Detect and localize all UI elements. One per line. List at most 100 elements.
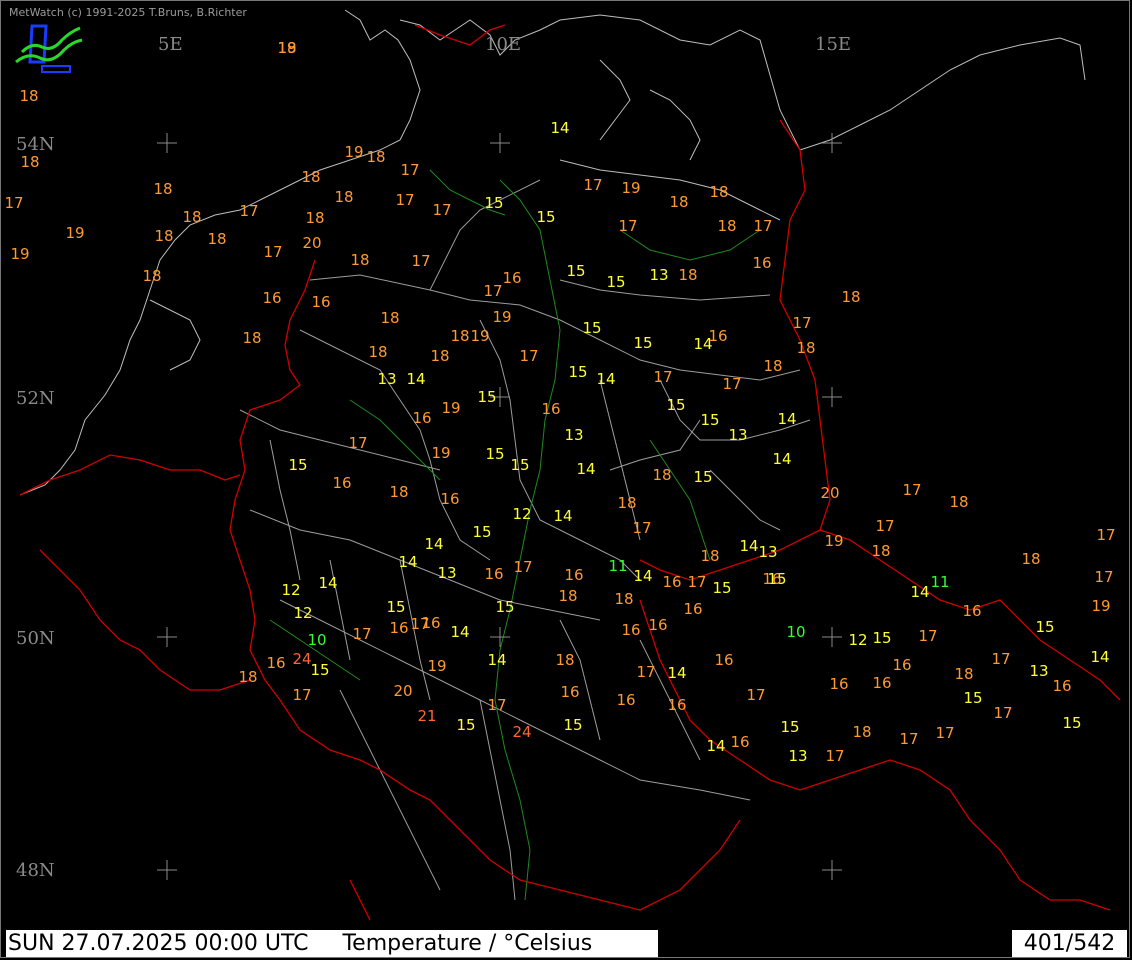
station-temperature: 16 xyxy=(332,474,351,492)
station-temperature: 18 xyxy=(763,357,782,375)
station-temperature: 17 xyxy=(632,519,651,537)
station-temperature: 14 xyxy=(706,737,725,755)
station-temperature: 18 xyxy=(949,493,968,511)
station-temperature: 16 xyxy=(311,293,330,311)
grid-label: 15E xyxy=(815,34,851,55)
coastlines xyxy=(19,9,1086,496)
station-temperature: 18 xyxy=(841,288,860,306)
national-borders xyxy=(19,24,1121,921)
station-temperature: 15 xyxy=(484,194,503,212)
station-temperature: 15 xyxy=(1062,714,1081,732)
station-temperature: 14 xyxy=(1090,648,1109,666)
station-temperature: 17 xyxy=(263,243,282,261)
station-temperature: 18 xyxy=(350,251,369,269)
station-temperature: 17 xyxy=(513,558,532,576)
station-temperature: 17 xyxy=(875,517,894,535)
station-temperature: 19 xyxy=(441,399,460,417)
station-temperature: 15 xyxy=(495,598,514,616)
station-temperature: 17 xyxy=(993,704,1012,722)
station-temperature: 15 xyxy=(582,319,601,337)
station-temperature: 18 xyxy=(617,494,636,512)
station-temperature: 18 xyxy=(954,665,973,683)
station-temperature: 18 xyxy=(558,587,577,605)
station-temperature: 15 xyxy=(310,661,329,679)
station-temperature: 17 xyxy=(411,252,430,270)
grid-label: 52N xyxy=(16,388,55,409)
station-temperature: 18 xyxy=(238,668,257,686)
station-temperature: 18 xyxy=(182,208,201,226)
station-temperature: 19 xyxy=(1091,597,1110,615)
station-temperature: 18 xyxy=(368,343,387,361)
station-temperature: 19 xyxy=(470,327,489,345)
station-temperature: 18 xyxy=(717,217,736,235)
station-temperature: 15 xyxy=(477,388,496,406)
station-temperature: 15 xyxy=(963,689,982,707)
station-temperature: 18 xyxy=(153,180,172,198)
station-temperature: 19 xyxy=(492,308,511,326)
station-temperature: 17 xyxy=(239,202,258,220)
footer-info-bar: SUN 27.07.2025 00:00 UTC Temperature / °C… xyxy=(6,930,658,957)
admin-boundaries xyxy=(239,179,811,901)
station-temperature: 19 xyxy=(431,444,450,462)
station-temperature: 17 xyxy=(935,724,954,742)
station-temperature: 16 xyxy=(564,566,583,584)
station-temperature: 16 xyxy=(730,733,749,751)
station-temperature: 17 xyxy=(583,176,602,194)
footer-parameter: Temperature / °Celsius xyxy=(342,931,593,956)
station-temperature: 17 xyxy=(395,191,414,209)
station-temperature: 18 xyxy=(1021,550,1040,568)
station-temperature: 15 xyxy=(872,629,891,647)
station-temperature: 18 xyxy=(871,542,890,560)
graticule xyxy=(157,133,842,880)
station-temperature: 18 xyxy=(669,193,688,211)
station-temperature: 16 xyxy=(962,602,981,620)
station-temperature: 14 xyxy=(450,623,469,641)
station-temperature: 15 xyxy=(666,396,685,414)
station-temperature: 13 xyxy=(728,426,747,444)
station-temperature: 17 xyxy=(722,375,741,393)
station-temperature: 19 xyxy=(65,224,84,242)
station-temperature: 17 xyxy=(1094,568,1113,586)
station-temperature: 18 xyxy=(450,327,469,345)
station-temperature: 16 xyxy=(484,565,503,583)
station-temperature: 18 xyxy=(301,168,320,186)
station-temperature: 16 xyxy=(266,654,285,672)
station-temperature: 14 xyxy=(424,535,443,553)
station-temperature: 17 xyxy=(352,625,371,643)
station-temperature: 16 xyxy=(752,254,771,272)
station-temperature: 17 xyxy=(792,314,811,332)
station-temperature: 13 xyxy=(788,747,807,765)
temperature-map: 5E 10E 15E 54N 52N 50N 48N 1818181719191… xyxy=(4,9,1121,921)
station-temperature: 18 xyxy=(380,309,399,327)
station-temperature: 16 xyxy=(440,490,459,508)
station-temperature: 13 xyxy=(649,266,668,284)
station-temperature: 17 xyxy=(825,747,844,765)
station-temperature: 13 xyxy=(564,426,583,444)
station-temperature: 17 xyxy=(432,201,451,219)
station-temperature: 18 xyxy=(154,227,173,245)
station-temperature: 17 xyxy=(4,194,23,212)
station-temperature: 17 xyxy=(348,434,367,452)
station-temperature: 14 xyxy=(667,664,686,682)
station-temperature: 18 xyxy=(20,153,39,171)
station-temperature: 17 xyxy=(400,161,419,179)
station-temperature: 19 xyxy=(824,532,843,550)
station-temperature: 16 xyxy=(389,619,408,637)
station-temperature: 14 xyxy=(596,370,615,388)
station-temperature: 15 xyxy=(693,468,712,486)
station-temperature: 13 xyxy=(437,564,456,582)
station-temperature: 20 xyxy=(393,682,412,700)
station-temperature: 18 xyxy=(207,230,226,248)
station-temperature: 18 xyxy=(334,188,353,206)
station-temperature: 16 xyxy=(616,691,635,709)
station-temperature: 12 xyxy=(512,505,531,523)
station-temperature: 18 xyxy=(700,547,719,565)
station-temperature: 15 xyxy=(712,579,731,597)
station-temperature: 19 xyxy=(277,39,296,57)
station-temperature: 17 xyxy=(410,615,429,633)
station-temperature: 15 xyxy=(456,716,475,734)
station-temperature: 16 xyxy=(662,573,681,591)
station-temperature: 18 xyxy=(389,483,408,501)
station-temperature: 18 xyxy=(614,590,633,608)
station-temperature: 17 xyxy=(519,347,538,365)
